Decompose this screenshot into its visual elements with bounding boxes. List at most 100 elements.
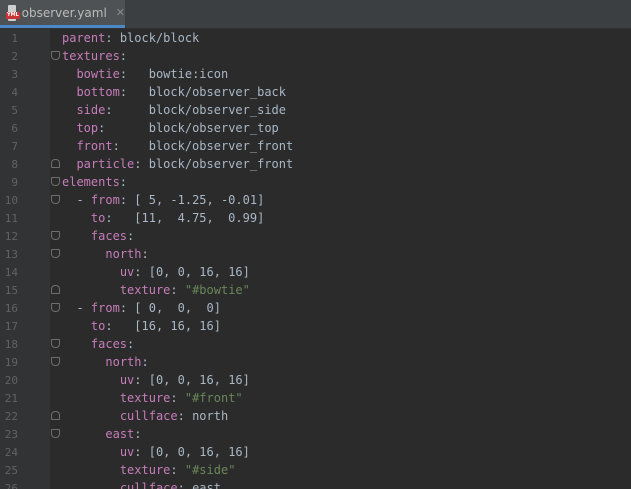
close-tab-icon[interactable]: ✕ (116, 7, 125, 18)
code-text: to: [16, 16, 16] (91, 319, 221, 333)
code-line: 12 faces: (0, 227, 631, 245)
code-line: 17 to: [16, 16, 16] (0, 317, 631, 335)
code-line: 16 - from: [ 0, 0, 0] (0, 299, 631, 317)
code-text: bottom: block/observer_back (76, 85, 286, 99)
yaml-value: bowtie:icon (148, 67, 229, 81)
yaml-key: side (76, 103, 106, 117)
yaml-separator: : (105, 319, 135, 333)
yaml-key: bowtie (76, 67, 120, 81)
fold-open-icon[interactable] (51, 177, 60, 186)
yaml-separator: : (119, 301, 135, 315)
yaml-key: particle (76, 157, 135, 171)
yaml-separator: : (170, 391, 185, 405)
code-text: parent: block/block (62, 31, 199, 45)
yaml-key: textures (62, 49, 120, 63)
yaml-key: faces (90, 229, 128, 243)
code-text: texture: "#front" (120, 391, 243, 405)
line-number: 4 (11, 85, 18, 99)
yaml-key: from (90, 301, 120, 315)
yaml-key: east (105, 427, 135, 441)
fold-end-icon[interactable] (51, 411, 60, 420)
fold-end-icon[interactable] (51, 159, 60, 168)
line-number: 22 (4, 409, 18, 423)
code-text: north: (105, 247, 148, 261)
yaml-separator: : (141, 247, 149, 261)
code-line: 25 texture: "#side" (0, 461, 631, 479)
fold-open-icon[interactable] (51, 231, 60, 240)
code-line: 21 texture: "#front" (0, 389, 631, 407)
code-line: 18 faces: (0, 335, 631, 353)
line-number: 21 (4, 391, 18, 405)
fold-end-icon[interactable] (51, 285, 60, 294)
yaml-string-value: "#side" (184, 463, 236, 477)
code-text: - from: [ 0, 0, 0] (76, 301, 221, 315)
code-text: uv: [0, 0, 16, 16] (120, 373, 250, 387)
line-number: 12 (4, 229, 18, 243)
yaml-separator: : (177, 481, 193, 489)
code-text: bowtie: bowtie:icon (76, 67, 228, 81)
yaml-value: block/observer_front (148, 157, 294, 171)
yaml-key: top (76, 121, 99, 135)
yaml-value: east (192, 481, 221, 489)
fold-open-icon[interactable] (51, 51, 60, 60)
code-text: textures: (62, 49, 127, 63)
code-text: elements: (62, 175, 127, 189)
code-text: to: [11, 4.75, 0.99] (91, 211, 264, 225)
code-text: cullface: east (120, 481, 221, 489)
code-text: faces: (91, 229, 134, 243)
yaml-key: north (105, 247, 142, 261)
code-text: top: block/observer_top (76, 121, 278, 135)
code-text: faces: (91, 337, 134, 351)
fold-open-icon[interactable] (51, 249, 60, 258)
yaml-key: bottom (76, 85, 120, 99)
code-line: 15 texture: "#bowtie" (0, 281, 631, 299)
yaml-separator: : (127, 229, 135, 243)
code-line: 14 uv: [0, 0, 16, 16] (0, 263, 631, 281)
code-line: 1 parent: block/block (0, 29, 631, 47)
yaml-key: uv (119, 445, 135, 459)
line-number: 6 (11, 121, 18, 135)
yaml-file-icon: YML (6, 4, 20, 21)
code-editor[interactable]: 1 parent: block/block 2 textures: 3 bowtie: b… (0, 29, 631, 489)
code-text: texture: "#bowtie" (120, 283, 250, 297)
yaml-key: texture (119, 391, 171, 405)
line-number: 26 (4, 481, 18, 489)
yaml-key: texture (119, 463, 171, 477)
yaml-separator: : (119, 85, 149, 99)
code-text: uv: [0, 0, 16, 16] (120, 265, 250, 279)
code-line: 20 uv: [0, 0, 16, 16] (0, 371, 631, 389)
line-number: 25 (4, 463, 18, 477)
yaml-separator: : (119, 193, 135, 207)
yaml-value: block/observer_front (148, 139, 294, 153)
line-number: 24 (4, 445, 18, 459)
yaml-separator: : (112, 139, 149, 153)
tab-observer-yaml[interactable]: YML observer.yaml ✕ (0, 0, 125, 28)
yaml-separator: : (134, 265, 149, 279)
yaml-separator: : (105, 31, 120, 45)
yaml-separator: : (127, 337, 135, 351)
yaml-separator: : (98, 121, 149, 135)
fold-open-icon[interactable] (51, 303, 60, 312)
yaml-separator: : (105, 103, 149, 117)
fold-open-icon[interactable] (51, 429, 60, 438)
code-line: 26 cullface: east (0, 479, 631, 489)
yaml-key: cullface (119, 409, 178, 423)
code-text: north: (105, 355, 148, 369)
code-line: 19 north: (0, 353, 631, 371)
line-number: 14 (4, 265, 18, 279)
code-text: cullface: north (120, 409, 228, 423)
code-line: 22 cullface: north (0, 407, 631, 425)
yaml-key: from (90, 193, 120, 207)
code-line: 4 bottom: block/observer_back (0, 83, 631, 101)
code-line: 5 side: block/observer_side (0, 101, 631, 119)
yaml-key: faces (90, 337, 128, 351)
yaml-value: [0, 0, 16, 16] (148, 265, 250, 279)
yaml-value: [ 5, -1.25, -0.01] (134, 193, 265, 207)
tab-label: observer.yaml (21, 5, 107, 20)
fold-open-icon[interactable] (51, 339, 60, 348)
fold-open-icon[interactable] (51, 195, 60, 204)
fold-open-icon[interactable] (51, 357, 60, 366)
yaml-key: elements (62, 175, 120, 189)
yaml-separator: : (170, 463, 185, 477)
list-dash: - (76, 193, 91, 207)
